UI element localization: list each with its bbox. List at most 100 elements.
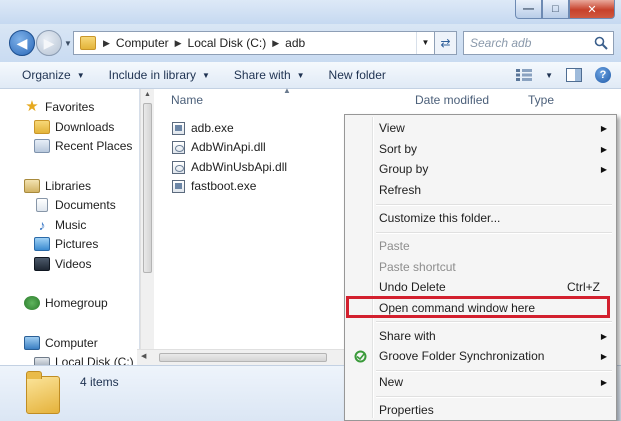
menu-item-new[interactable]: New ▶ <box>347 372 614 392</box>
maximize-button[interactable]: □ <box>542 0 569 19</box>
window-controls: — □ ✕ <box>515 0 615 19</box>
file-row[interactable]: fastboot.exe <box>172 177 256 195</box>
menu-item-label: View <box>379 121 405 135</box>
scrollbar-thumb[interactable] <box>143 103 152 273</box>
menu-item-properties[interactable]: Properties <box>347 400 614 420</box>
nav-item-recent-places[interactable]: Recent Places <box>34 137 132 155</box>
file-row[interactable]: adb.exe <box>172 119 234 137</box>
item-count: 4 items <box>80 375 119 389</box>
submenu-arrow-icon: ▶ <box>600 351 607 361</box>
nav-label: Favorites <box>45 100 95 114</box>
menu-item-label: Sort by <box>379 142 418 156</box>
share-with-label: Share with <box>233 68 291 82</box>
nav-item-computer[interactable]: Computer <box>24 334 98 352</box>
chevron-right-icon[interactable]: ▶ <box>100 38 113 49</box>
menu-item-refresh[interactable]: Refresh <box>347 180 614 200</box>
menu-item-groove-sync[interactable]: Groove Folder Synchronization ▶ <box>347 346 614 366</box>
scrollbar-thumb[interactable] <box>159 353 327 362</box>
column-header-date-modified[interactable]: Date modified <box>415 93 489 111</box>
include-in-library-button[interactable]: Include in library ▼ <box>97 68 222 82</box>
breadcrumb-local-disk[interactable]: Local Disk (C:) <box>185 36 270 50</box>
nav-item-pictures[interactable]: Pictures <box>34 235 98 253</box>
search-input[interactable]: Search adb <box>463 31 614 55</box>
column-header-type[interactable]: Type <box>528 93 554 111</box>
new-folder-button[interactable]: New folder <box>317 68 398 82</box>
sort-ascending-icon: ▲ <box>283 86 291 95</box>
scroll-up-icon[interactable]: ▲ <box>144 91 151 98</box>
submenu-arrow-icon: ▶ <box>600 164 607 174</box>
menu-item-paste: Paste <box>347 236 614 256</box>
address-row: ◀ ▶ ▼ ▶ Computer ▶ Local Disk (C:) ▶ adb… <box>0 24 621 62</box>
menu-separator <box>376 396 612 398</box>
menu-item-view[interactable]: View ▶ <box>347 118 614 138</box>
nav-label: Computer <box>45 336 98 350</box>
breadcrumb-computer[interactable]: Computer <box>113 36 172 50</box>
chevron-down-icon[interactable]: ▼ <box>545 71 553 80</box>
horizontal-scrollbar[interactable]: ◀ <box>137 349 352 365</box>
submenu-arrow-icon: ▶ <box>600 377 607 387</box>
view-list-icon <box>516 69 533 81</box>
breadcrumb-adb[interactable]: adb <box>282 36 308 50</box>
change-view-button[interactable] <box>513 65 535 85</box>
menu-item-label: Groove Folder Synchronization <box>379 349 545 363</box>
file-name: AdbWinUsbApi.dll <box>191 160 288 174</box>
nav-label: Homegroup <box>45 296 108 310</box>
title-bar: — □ ✕ <box>0 0 621 24</box>
recent-pages-dropdown[interactable]: ▼ <box>64 39 72 48</box>
nav-label: Recent Places <box>55 139 133 153</box>
nav-item-downloads[interactable]: Downloads <box>34 118 114 136</box>
search-icon[interactable] <box>594 36 608 50</box>
nav-item-homegroup[interactable]: Homegroup <box>24 294 108 312</box>
submenu-arrow-icon: ▶ <box>600 123 607 133</box>
minimize-button[interactable]: — <box>515 0 542 19</box>
menu-item-share-with[interactable]: Share with ▶ <box>347 326 614 346</box>
preview-pane-icon <box>566 68 582 82</box>
forward-button[interactable]: ▶ <box>36 30 62 56</box>
menu-item-customize[interactable]: Customize this folder... <box>347 208 614 228</box>
search-placeholder: Search adb <box>470 36 532 50</box>
exe-icon <box>172 121 185 135</box>
documents-icon <box>36 198 48 212</box>
file-row[interactable]: AdbWinUsbApi.dll <box>172 158 287 176</box>
local-disk-icon <box>34 357 50 365</box>
address-bar[interactable]: ▶ Computer ▶ Local Disk (C:) ▶ adb ▼ ⇄ <box>73 31 457 55</box>
organize-button[interactable]: Organize ▼ <box>0 68 97 82</box>
computer-icon <box>24 336 40 350</box>
submenu-arrow-icon: ▶ <box>600 331 607 341</box>
address-dropdown[interactable]: ▼ <box>416 32 434 54</box>
nav-item-local-disk[interactable]: Local Disk (C:) <box>34 353 134 365</box>
dll-icon <box>172 140 185 154</box>
nav-item-documents[interactable]: Documents <box>34 196 116 214</box>
chevron-down-icon: ▼ <box>202 70 210 80</box>
refresh-icon[interactable]: ⇄ <box>434 32 456 54</box>
downloads-folder-icon <box>34 120 50 134</box>
chevron-down-icon: ▼ <box>296 70 305 80</box>
nav-pane-scrollbar[interactable]: ▲ ▼ <box>140 89 154 365</box>
nav-item-videos[interactable]: Videos <box>34 255 91 273</box>
nav-item-music[interactable]: ♪ Music <box>34 216 87 234</box>
nav-item-libraries[interactable]: Libraries <box>24 177 91 195</box>
menu-separator <box>376 321 612 323</box>
menu-item-label: Group by <box>379 162 429 176</box>
file-row[interactable]: AdbWinApi.dll <box>172 138 266 156</box>
highlight-annotation <box>346 296 610 318</box>
help-icon[interactable]: ? <box>595 67 611 83</box>
menu-item-undo-delete[interactable]: Undo Delete Ctrl+Z <box>347 277 614 297</box>
back-button[interactable]: ◀ <box>9 30 35 56</box>
menu-item-sort-by[interactable]: Sort by ▶ <box>347 139 614 159</box>
menu-item-group-by[interactable]: Group by ▶ <box>347 159 614 179</box>
folder-icon <box>26 371 60 414</box>
column-header-name[interactable]: Name <box>171 93 203 111</box>
groove-sync-icon <box>354 350 367 363</box>
dll-icon <box>172 160 185 174</box>
chevron-right-icon[interactable]: ▶ <box>269 38 282 49</box>
navigation-pane: ★ Favorites Downloads Recent Places Libr… <box>0 89 140 365</box>
nav-item-favorites[interactable]: ★ Favorites <box>24 98 94 116</box>
menu-separator <box>376 232 612 234</box>
close-button[interactable]: ✕ <box>569 0 615 19</box>
preview-pane-button[interactable] <box>563 65 585 85</box>
menu-item-paste-shortcut: Paste shortcut <box>347 257 614 277</box>
share-with-button[interactable]: Share with ▼ <box>222 68 317 82</box>
chevron-right-icon[interactable]: ▶ <box>172 38 185 49</box>
scroll-left-icon[interactable]: ◀ <box>141 352 146 360</box>
